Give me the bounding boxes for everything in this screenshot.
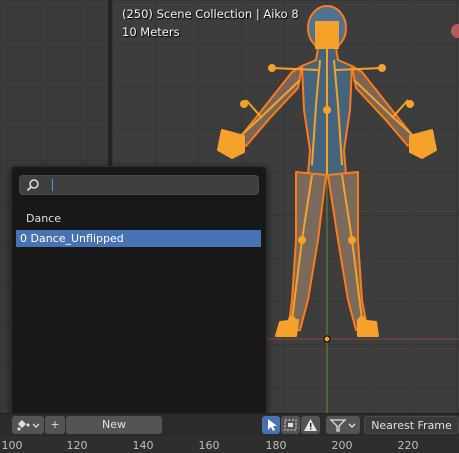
frame-ruler[interactable]: 100 120 140 160 180 200 220 <box>0 436 459 453</box>
filter-button[interactable] <box>326 416 360 434</box>
ruler-tick: 120 <box>66 439 88 452</box>
ruler-tick: 140 <box>132 439 154 452</box>
ruler-tick: 220 <box>397 439 419 452</box>
select-cursor-icon <box>268 419 277 431</box>
list-item-dance[interactable]: Dance <box>16 210 261 227</box>
list-item-dance-unflipped[interactable]: 0 Dance_Unflipped <box>16 230 261 247</box>
snap-mode-dropdown[interactable]: Nearest Frame <box>364 416 459 434</box>
search-input[interactable] <box>56 176 246 194</box>
warning-button[interactable] <box>301 416 320 434</box>
chevron-down-icon <box>32 423 40 428</box>
search-field[interactable] <box>19 175 259 195</box>
action-mode-button[interactable] <box>12 416 44 434</box>
filter-icon <box>329 419 356 432</box>
navigation-gizmo-dot[interactable] <box>451 24 459 38</box>
origin-point <box>323 335 331 343</box>
scale-label: 10 Meters <box>122 25 180 39</box>
editor-footer: + New Nearest Frame <box>0 413 459 436</box>
box-select-icon <box>284 419 297 431</box>
new-action-button[interactable]: New <box>66 416 162 434</box>
box-select-button[interactable] <box>281 416 300 434</box>
search-icon <box>26 179 39 192</box>
warning-icon <box>304 419 317 431</box>
ruler-tick: 160 <box>198 439 220 452</box>
scene-collection-label: (250) Scene Collection | Aiko 8 <box>122 7 299 21</box>
ruler-tick: 100 <box>1 439 23 452</box>
ruler-tick: 200 <box>331 439 353 452</box>
select-tool-button[interactable] <box>262 416 280 434</box>
ruler-tick: 180 <box>265 439 287 452</box>
action-browse-popup: Dance 0 Dance_Unflipped <box>11 166 267 416</box>
action-mode-icon <box>17 420 40 431</box>
text-caret <box>52 179 53 191</box>
add-button[interactable]: + <box>45 416 65 434</box>
